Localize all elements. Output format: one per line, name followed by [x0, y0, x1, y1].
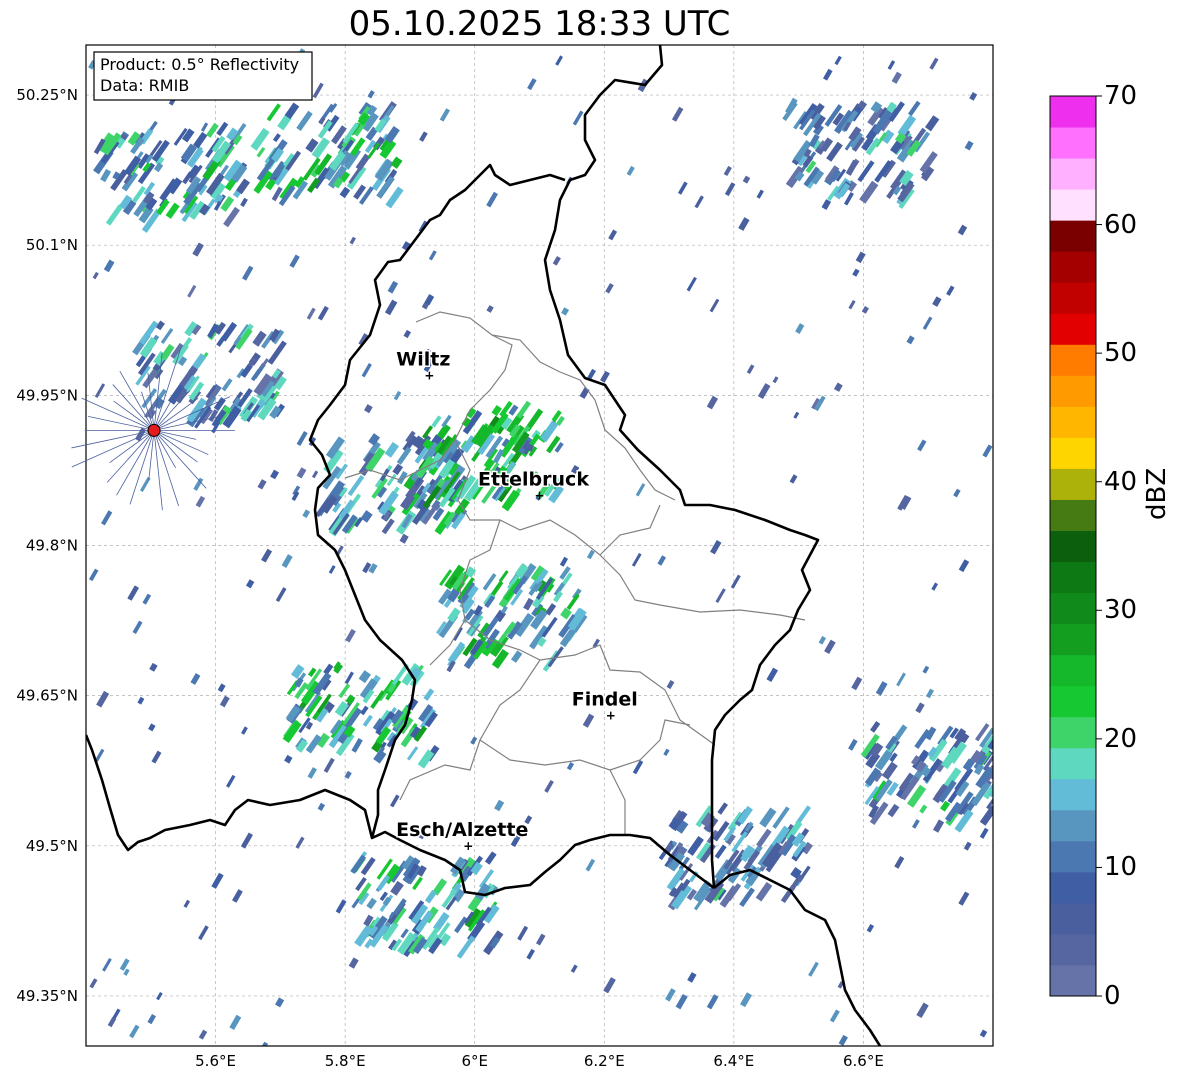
- colorbar-segment: [1050, 964, 1096, 997]
- colorbar-tick-label: 60: [1104, 209, 1138, 240]
- lat-tick-label: 49.8°N: [26, 537, 78, 555]
- lon-tick-label: 5.6°E: [195, 1052, 236, 1070]
- city-marker: +: [534, 488, 544, 502]
- colorbar-tick-label: 50: [1104, 338, 1138, 369]
- colorbar-segment: [1050, 592, 1096, 625]
- lat-tick-label: 49.35°N: [16, 987, 78, 1005]
- lat-tick-label: 49.5°N: [26, 837, 78, 855]
- city-label: Findel: [572, 689, 638, 711]
- colorbar-segment: [1050, 468, 1096, 500]
- city-label: Wiltz: [396, 348, 450, 370]
- colorbar-segment: [1050, 189, 1096, 221]
- colorbar-segment: [1050, 282, 1096, 314]
- city-marker: +: [606, 709, 616, 723]
- radar-map: 5.6°E 5.8°E 6°E 6.2°E 6.4°E 6.6°E 50.25°N 50.1°…: [16, 44, 1102, 1070]
- lon-tick-label: 6.6°E: [843, 1052, 884, 1070]
- colorbar-segment: [1050, 840, 1096, 873]
- colorbar-segment: [1050, 127, 1096, 159]
- colorbar-segment: [1050, 220, 1096, 252]
- echo-pixel: [996, 743, 1008, 755]
- lon-tick-label: 6.4°E: [713, 1052, 754, 1070]
- colorbar-tick-label: 70: [1104, 81, 1138, 111]
- colorbar-segment: [1050, 96, 1096, 128]
- info-data-source: Data: RMIB: [100, 76, 189, 95]
- colorbar-segment: [1050, 902, 1096, 935]
- lon-tick-label: 6.2°E: [584, 1052, 625, 1070]
- lat-tick-label: 50.1°N: [26, 236, 78, 254]
- colorbar-segment: [1050, 499, 1096, 531]
- colorbar-segment: [1050, 530, 1096, 563]
- colorbar-segment: [1050, 654, 1096, 687]
- colorbar-segment: [1050, 685, 1096, 718]
- lat-tick-label: 49.65°N: [16, 687, 78, 705]
- echo-pixel: [1003, 781, 1014, 794]
- colorbar-segment: [1050, 747, 1096, 780]
- colorbar-tick-label: 40: [1104, 466, 1138, 497]
- colorbar-label: dBZ: [1142, 467, 1172, 520]
- city-marker: +: [463, 839, 473, 853]
- lon-tick-label: 6°E: [461, 1052, 488, 1070]
- echo-pixel: [994, 794, 1013, 818]
- echo-pixel: [991, 774, 993, 798]
- colorbar-segment: [1050, 809, 1096, 842]
- lat-tick-label: 50.25°N: [16, 86, 78, 104]
- lon-tick-label: 5.8°E: [325, 1052, 366, 1070]
- colorbar-segment: [1050, 158, 1096, 190]
- colorbar-segment: [1050, 251, 1096, 283]
- city-marker: +: [424, 368, 434, 382]
- colorbar-segment: [1050, 437, 1096, 469]
- colorbar-tick-label: 20: [1104, 723, 1138, 754]
- info-box: Product: 0.5° Reflectivity Data: RMIB: [93, 51, 313, 101]
- colorbar-tick-label: 0: [1104, 981, 1121, 1011]
- colorbar-tick-label: 10: [1104, 852, 1138, 883]
- colorbar-tick-label: 30: [1104, 595, 1138, 626]
- colorbar-segment: [1050, 716, 1096, 749]
- colorbar-segment: [1050, 871, 1096, 904]
- echo-pixel: [996, 731, 1014, 753]
- colorbar-segment: [1050, 313, 1096, 345]
- colorbar-segment: [1050, 406, 1096, 438]
- city-label: Ettelbruck: [478, 468, 589, 490]
- colorbar-segment: [1050, 375, 1096, 407]
- info-product: Product: 0.5° Reflectivity: [100, 55, 299, 74]
- colorbar-segment: [1050, 344, 1096, 376]
- colorbar-segment: [1050, 778, 1096, 811]
- colorbar-segment: [1050, 623, 1096, 656]
- colorbar: [1049, 95, 1102, 997]
- colorbar-segment: [1050, 933, 1096, 966]
- city-label: Esch/Alzette: [396, 819, 528, 841]
- lat-tick-label: 49.95°N: [16, 386, 78, 404]
- radar-site-marker: [147, 423, 161, 437]
- colorbar-segment: [1050, 561, 1096, 594]
